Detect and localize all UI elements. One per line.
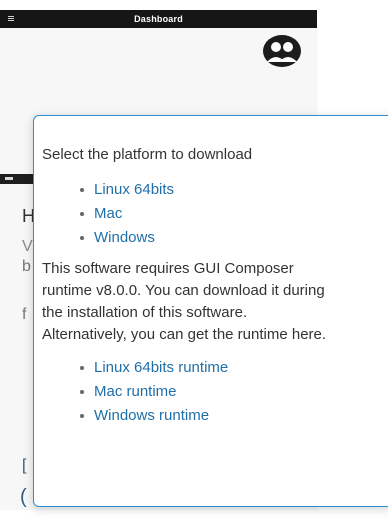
preview-text-fragment: b [22, 258, 31, 275]
runtime-note-line: the installation of this software. [42, 304, 248, 321]
bullet-icon [80, 212, 84, 216]
bullet-icon [80, 366, 84, 370]
runtime-note-line: This software requires GUI Composer [42, 260, 294, 277]
windows-runtime-link[interactable]: Windows runtime [94, 407, 209, 424]
bullet-icon [80, 414, 84, 418]
platform-list: Linux 64bits Mac Windows [42, 178, 384, 250]
runtime-list: Linux 64bits runtime Mac runtime Windows… [42, 356, 384, 428]
preview-icon-fragment: [ [22, 457, 27, 474]
linux-runtime-link[interactable]: Linux 64bits runtime [94, 359, 228, 376]
runtime-note-line: Alternatively, you can get the runtime h… [42, 326, 327, 343]
list-item: Windows runtime [42, 404, 384, 428]
list-item: Mac runtime [42, 380, 384, 404]
list-item: Windows [42, 226, 384, 250]
list-item: Linux 64bits runtime [42, 356, 384, 380]
runtime-note: This software requires GUI Composer runt… [42, 258, 384, 346]
windows-download-link[interactable]: Windows [94, 229, 155, 246]
runtime-note-line: runtime v8.0.0. You can download it duri… [42, 282, 325, 299]
preview-topbar: Dashboard [0, 10, 317, 28]
users-avatar-icon [263, 35, 301, 67]
page: Dashboard H V b f [ ( Select the platfor… [0, 0, 388, 522]
preview-title: Dashboard [134, 14, 183, 24]
list-item: Linux 64bits [42, 178, 384, 202]
preview-text-fragment: V [22, 238, 33, 255]
list-item: Mac [42, 202, 384, 226]
mac-runtime-link[interactable]: Mac runtime [94, 383, 177, 400]
mac-download-link[interactable]: Mac [94, 205, 122, 222]
popover-heading: Select the platform to download [42, 146, 253, 163]
preview-icon-fragment: ( [20, 486, 27, 508]
bullet-icon [80, 236, 84, 240]
preview-toolbar-strip [0, 174, 36, 184]
preview-text-fragment: f [22, 306, 27, 323]
bullet-icon [80, 188, 84, 192]
bullet-icon [80, 390, 84, 394]
linux-download-link[interactable]: Linux 64bits [94, 181, 174, 198]
download-popover: Select the platform to download Linux 64… [33, 115, 388, 507]
